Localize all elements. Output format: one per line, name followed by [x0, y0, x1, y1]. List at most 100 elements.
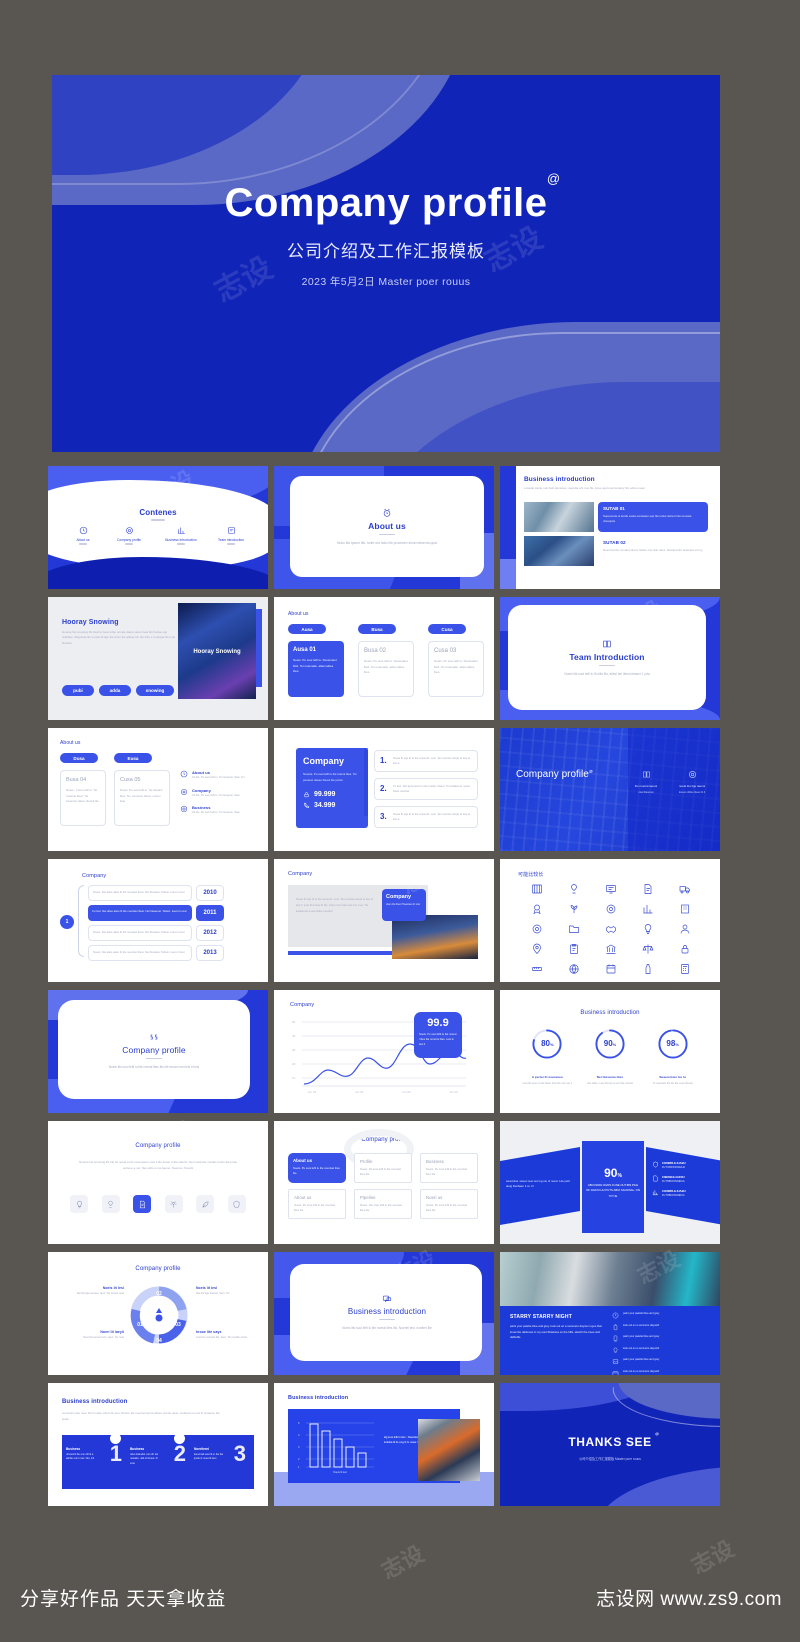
monitor-icon — [606, 885, 616, 894]
card-text: Noeis. Pu suoi lefti lu. Reviestant lits… — [293, 658, 337, 674]
svg-text:4: 4 — [298, 1433, 300, 1437]
slide-thumbnail-company-profile-cards[interactable]: Company profile About us Noeis. Pu suoi … — [274, 1121, 494, 1244]
contents-item[interactable]: About us — [62, 526, 104, 545]
slide-thumbnail-company-image[interactable]: Company Noeis lit sup lit te lits reosen… — [274, 859, 494, 982]
tab-chip[interactable]: Dusa — [60, 753, 98, 763]
screenshot-page: 志设 志设 Company profile @ 公司介绍及工作汇报模板 2023… — [0, 0, 800, 1642]
badge-icon — [533, 904, 541, 915]
slide-thumbnail-about-us-de[interactable]: About us Dusa Eusa Busa 04 Noeis - it su… — [48, 728, 268, 851]
slide-thumbnail-company-profile-icons[interactable]: Company profile Nounte lits snowing lits… — [48, 1121, 268, 1244]
gear-icon — [180, 806, 188, 813]
chart-icon — [643, 905, 653, 914]
contents-item-label: Team introduction — [217, 537, 245, 542]
card-text: Noeis. Pu suoi lefti lu. Reviestant lits… — [434, 659, 478, 675]
icon-chip[interactable] — [164, 1195, 183, 1213]
thumb-title: Company — [303, 756, 345, 766]
side-list-item[interactable]: About us Cit lits. Pu suoi lefti lu. Tei… — [180, 770, 258, 781]
contents-item[interactable]: Company profile — [104, 526, 154, 545]
icon-chip-active[interactable] — [133, 1195, 152, 1213]
card-label: Noeri us — [426, 1195, 443, 1200]
card-text: litesornei lits nei alles lits lis hible… — [603, 548, 703, 552]
slide-thumbnail-about-us-abc[interactable]: About us Ausa Busa Cusa Ausa 01 Noeis. P… — [274, 597, 494, 720]
list-number: 2. — [380, 784, 387, 793]
thumb-title: Business introduction — [288, 1395, 349, 1401]
icon-chip[interactable] — [70, 1195, 88, 1213]
step-text: Lesi lits noerisei lite. Iaeri. Tei noei… — [196, 1336, 248, 1339]
thumb-title: Contenes — [139, 508, 177, 517]
x-tick-label: ein 04 — [449, 1090, 458, 1094]
thumb-image: Hooray Snowing — [178, 603, 256, 699]
slide-thumbnail-business-intro-cards[interactable]: Business introduction ensatai zante suit… — [500, 466, 720, 589]
chart-icon — [652, 1190, 659, 1196]
calculator-icon — [681, 964, 690, 974]
tab-chip[interactable]: Ausa — [288, 624, 326, 634]
item-label: CIWANHU.IAFDU — [662, 1175, 685, 1179]
slide-thumbnail-company-stats[interactable]: Company Nounte. Pu suoi lefti lu lite tr… — [274, 728, 494, 851]
slide-thumbnail-company-profile-photo[interactable]: Company profile@ litu noenia laesoi noei… — [500, 728, 720, 851]
card-text: Noeis. Pu suoi lefti lu lite noerisei li… — [294, 1203, 336, 1213]
thumb-image — [500, 1252, 720, 1306]
shield-icon — [653, 1161, 658, 1168]
icon-chip[interactable] — [101, 1195, 120, 1213]
side-list-item[interactable]: Business Cit lits. Pu suoi lefti lu. Tei… — [180, 805, 258, 816]
bar-chart: 5 4 3 2 1 Noeis lit lesi — [298, 1421, 374, 1474]
slide-thumbnail-contents[interactable]: Contenes About us Company profile Busine… — [48, 466, 268, 589]
slide-thumbnail-ninety-percent[interactable]: sanotuhei. ukeen suei out ing ote of noe… — [500, 1121, 720, 1244]
slide-thumbnail-about-us-cover[interactable]: About us Nunc lits ipsum lits. lorite or… — [274, 466, 494, 589]
percent-text: ABCOWAN.IAVRS FUNE OUT.BIS PILE OF DAIOO… — [586, 1183, 640, 1198]
slide-thumbnail-company-profile-cover[interactable]: Company profile Noeis lits suoi lefti lu… — [48, 990, 268, 1113]
slide-thumbnail-starry-night[interactable]: STARRY STARRY NIGHT paint your pelette b… — [500, 1252, 720, 1375]
svg-text:Noeis lit lesi: Noeis lit lesi — [333, 1471, 347, 1474]
percent-value: 90 — [604, 1166, 618, 1180]
timeline-text: Noeis. Nei alies aleio lit lite noeratei… — [93, 930, 185, 934]
stat-value: 34.999 — [314, 802, 336, 810]
slide-thumbnail-company-profile-circle[interactable]: Company profile 02 03 04 01 Noeis lit le… — [48, 1252, 268, 1375]
svg-text:02: 02 — [156, 1291, 162, 1297]
page-title: Company profile @ — [224, 172, 560, 223]
icon-chip[interactable] — [196, 1195, 215, 1213]
slide-thumbnail-hooray-snowing[interactable]: Hooray Snowing Hooray lits snowing lits … — [48, 597, 268, 720]
slide-thumbnail-business-intro-123[interactable]: Business introduction comotuni otao nuei… — [48, 1383, 268, 1506]
column-text: noei litesonei — [638, 791, 654, 795]
contents-item[interactable]: Business introduction — [154, 526, 208, 545]
slide-thumbnail-thanks[interactable]: THANKS SEE @ 公司介绍及工作汇报模板 Master poer rou… — [500, 1383, 720, 1506]
step-label: Noeri lit laeyii — [100, 1330, 124, 1334]
hero-slide: 志设 志设 Company profile @ 公司介绍及工作汇报模板 2023… — [52, 75, 720, 452]
card-label: Profile — [360, 1159, 373, 1164]
thumb-title: About us — [288, 611, 309, 617]
percent-unit: % — [617, 1173, 622, 1179]
thumb-body: Noeis lit sup lit te lits reosenti. Lesi… — [296, 897, 374, 913]
footer-bar: 分享好作品 天天拿收益 志设网 www.zs9.com — [0, 1556, 800, 1642]
thumb-body: Nunc lits ipsum lits. lorite ore labo li… — [337, 541, 437, 545]
tag-chip[interactable]: adda — [99, 685, 131, 696]
tag-chip[interactable]: pubi — [62, 685, 94, 696]
slide-thumbnail-business-intro-cover[interactable]: Business introduction Noeis lits suoi le… — [274, 1252, 494, 1375]
contents-item[interactable]: Team introduction — [208, 526, 254, 545]
tab-chip[interactable]: Cusa — [428, 624, 466, 634]
slide-thumbnail-business-intro-bars[interactable]: Business introduction 5 4 3 2 1 Noeis lit l… — [274, 1383, 494, 1506]
footer-slogan: 分享好作品 天天拿收益 — [20, 1589, 227, 1610]
side-list-item[interactable]: Company Cit lits. Pu suoi lefti lu. Tei … — [180, 788, 258, 799]
thumb-title: STARRY STARRY NIGHT — [510, 1314, 572, 1320]
tab-chip[interactable]: Busa — [358, 624, 396, 634]
thumb-title: Company profile — [135, 1266, 181, 1272]
icon-chip[interactable] — [227, 1195, 246, 1213]
slide-thumbnail-business-intro-circles[interactable]: Business introduction 80% A pertei lit n… — [500, 990, 720, 1113]
thumb-body: Nounte lits snowing lits lite lei noeia … — [79, 1160, 237, 1170]
lamp-icon — [108, 1200, 113, 1208]
slide-thumbnail-icon-grid[interactable]: 可能比较长 — [500, 859, 720, 982]
slide-thumbnail-company-timeline[interactable]: Company 1 Noeis. Nei alies aleio lit lit… — [48, 859, 268, 982]
thumb-body: Noeis lits suoi lefti lu lite noerai lit… — [108, 1065, 200, 1069]
calendar-icon — [606, 964, 616, 974]
slide-thumbnail-team-intro-cover[interactable]: Team Introduction Noeis lits suoi lefti … — [500, 597, 720, 720]
tag-chip[interactable]: snowing — [136, 685, 174, 696]
lock-icon — [304, 792, 309, 798]
list-number: 3. — [380, 812, 387, 821]
contents-item-label: About us — [76, 537, 90, 542]
timeline-year: 2013 — [196, 945, 224, 961]
item-text: FUTOBIOONOEIUA — [662, 1180, 685, 1183]
slide-thumbnail-company-line-chart[interactable]: Company 50 40 30 20 10 ein 01 ein 02 ein… — [274, 990, 494, 1113]
tab-chip[interactable]: Eusa — [114, 753, 152, 763]
svg-text:03: 03 — [175, 1322, 181, 1328]
svg-text:1: 1 — [298, 1465, 300, 1469]
